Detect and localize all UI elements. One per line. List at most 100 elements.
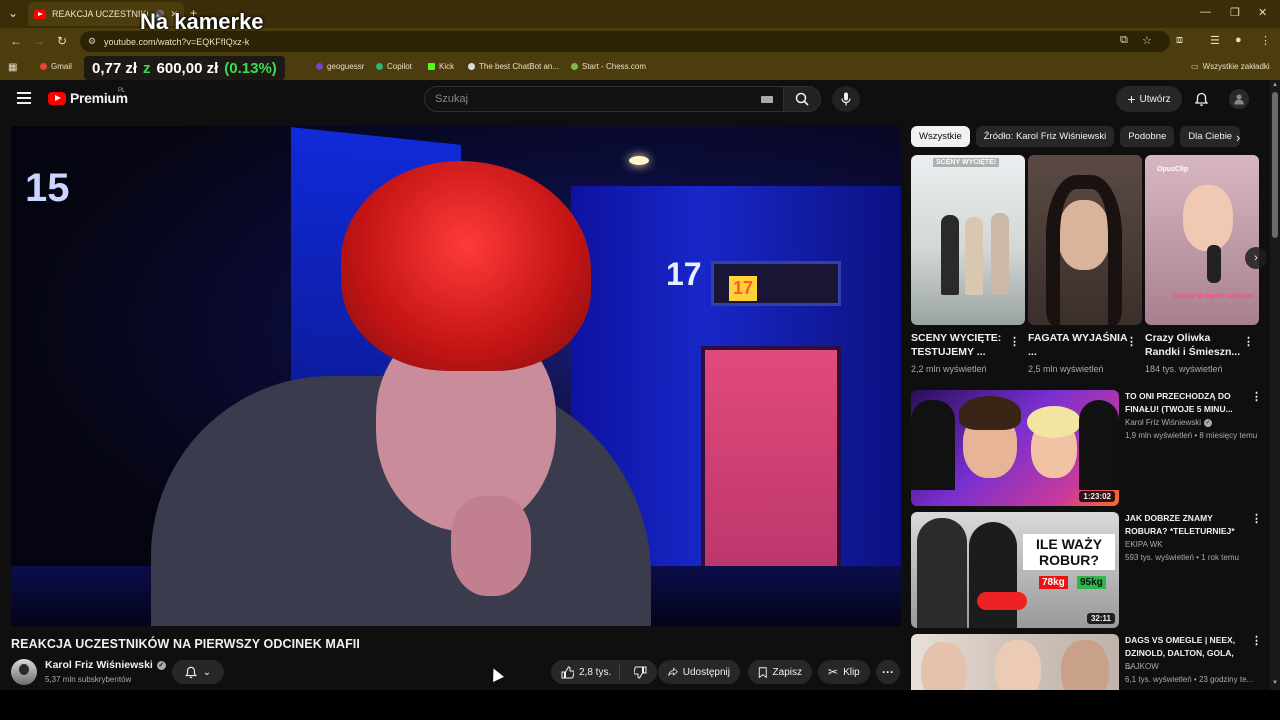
extensions-icon[interactable]: ⧈ — [1176, 34, 1183, 47]
thumbnail-face — [1183, 185, 1233, 251]
thumbnail-button — [977, 592, 1027, 610]
share-button[interactable]: Udostępnij — [658, 660, 740, 684]
scrollbar-thumb[interactable] — [1272, 92, 1278, 238]
chevron-down-icon: ⌄ — [202, 666, 212, 678]
bookmark-star-icon[interactable]: ☆ — [1142, 34, 1152, 47]
channel-avatar[interactable] — [11, 659, 37, 685]
bottom-letterbox — [0, 690, 1280, 720]
site-info-icon[interactable]: ⚙ — [88, 36, 96, 47]
clip-button[interactable]: ✂ Klip — [818, 660, 870, 684]
short-card[interactable]: OpusClip zaczął w ogóle udawać Crazy Oli… — [1145, 155, 1259, 374]
keyboard-icon[interactable] — [761, 96, 773, 103]
back-icon[interactable]: ← — [10, 34, 22, 48]
bell-icon — [184, 666, 197, 678]
create-button[interactable]: + Utwórz — [1116, 86, 1182, 112]
tab-list-icon[interactable]: ⌄ — [8, 6, 18, 20]
youtube-logo[interactable]: Premium — [48, 90, 128, 106]
bookmark-chatbot[interactable]: The best ChatBot an... — [468, 62, 559, 71]
recommended-channel: Karol Friz Wiśniewski — [1125, 418, 1202, 427]
browser-menu-icon[interactable]: ⋮ — [1260, 34, 1271, 47]
chip-all[interactable]: Wszystkie — [911, 126, 970, 147]
short-title[interactable]: SCENY WYCIĘTE: TESTUJEMY ... — [911, 331, 1011, 359]
youtube-header: Premium PL Szukaj + Utwórz — [0, 80, 1270, 120]
window-close-icon[interactable]: ✕ — [1258, 6, 1267, 19]
cast-icon[interactable]: ⧉ — [1120, 34, 1128, 47]
filter-chips: Wszystkie Źródło: Karol Friz Wiśniewski … — [911, 126, 1251, 148]
recommended-thumbnail[interactable]: ILE WAŻY ROBUR? 78kg 95kg 32:11 — [911, 512, 1119, 628]
thumbnail-face — [921, 642, 967, 690]
page-scrollbar[interactable]: ▲ ▼ — [1270, 80, 1280, 690]
subscription-bell-button[interactable]: ⌄ — [172, 660, 224, 684]
recommended-channel-row[interactable]: BAJKOW — [1125, 662, 1159, 671]
dislike-button[interactable] — [625, 666, 657, 679]
short-title[interactable]: Crazy Oliwka Randki i Śmieszn... — [1145, 331, 1245, 359]
thumbnail-hair — [1027, 406, 1081, 438]
more-actions-button[interactable]: ··· — [876, 660, 900, 684]
video-duration: 32:11 — [1086, 613, 1115, 624]
reading-list-icon[interactable]: ☰ — [1210, 34, 1220, 47]
bookmark-kick[interactable]: Kick — [428, 62, 454, 71]
restore-icon[interactable]: ❐ — [1230, 6, 1240, 19]
profile-icon[interactable]: ● — [1235, 34, 1242, 46]
plus-icon: + — [1127, 91, 1136, 107]
recommended-channel-row[interactable]: EKIPA WK — [1125, 540, 1163, 549]
all-bookmarks[interactable]: ▭ Wszystkie zakładki — [1191, 62, 1270, 71]
chip-related[interactable]: Podobne — [1120, 126, 1175, 147]
bookmark-copilot[interactable]: Copilot — [376, 62, 412, 71]
scroll-up-icon[interactable]: ▲ — [1272, 82, 1278, 88]
chevron-right-icon: › — [1254, 252, 1258, 264]
short-card[interactable]: SCENY WYCIĘTE! SCENY WYCIĘTE: TESTUJEMY … — [911, 155, 1025, 374]
shorts-next-button[interactable]: › — [1245, 247, 1267, 269]
recommended-menu-icon[interactable]: ⋮ — [1251, 512, 1262, 525]
recommended-video[interactable]: ILE WAŻY ROBUR? 78kg 95kg 32:11 JAK DOBR… — [911, 512, 1262, 630]
search-button[interactable] — [783, 86, 821, 112]
notifications-button[interactable] — [1192, 90, 1210, 108]
recommended-title[interactable]: JAK DOBRZE ZNAMY ROBURA? *TELETURNIEJ* — [1125, 512, 1243, 538]
bookmark-label: Copilot — [387, 62, 412, 71]
thumbnail-badge: SCENY WYCIĘTE! — [933, 158, 1000, 167]
video-frame-number: 17 — [666, 256, 702, 292]
scissors-icon: ✂ — [828, 665, 839, 679]
short-menu-icon[interactable]: ⋮ — [1009, 335, 1020, 348]
reload-icon[interactable]: ↻ — [57, 34, 67, 48]
scroll-down-icon[interactable]: ▼ — [1272, 680, 1278, 686]
recommended-menu-icon[interactable]: ⋮ — [1251, 634, 1261, 647]
recommended-video[interactable]: 1:23:02 TO ONI PRZECHODZĄ DO FINAŁU! (TW… — [911, 390, 1262, 508]
recommended-menu-icon[interactable]: ⋮ — [1251, 390, 1262, 403]
channel-name-row[interactable]: Karol Friz Wiśniewski ✓ — [45, 659, 166, 671]
voice-search-button[interactable] — [832, 86, 860, 112]
short-menu-icon[interactable]: ⋮ — [1243, 335, 1254, 348]
bookmark-geoguessr[interactable]: geoguessr — [316, 62, 364, 71]
account-avatar[interactable] — [1229, 89, 1249, 109]
thumbnail-badge: OpusClip — [1157, 166, 1189, 173]
like-button[interactable]: 2,8 tys. — [551, 664, 621, 680]
recommended-video[interactable]: DAGS VS OMEGLE | NEEX, DZINOLD, DALTON, … — [911, 634, 1261, 690]
bookmark-label: Kick — [439, 62, 455, 71]
short-views: 184 tys. wyświetleń — [1145, 364, 1223, 374]
chips-next-icon[interactable]: › — [1236, 130, 1240, 145]
recommended-channel-row[interactable]: Karol Friz Wiśniewski ✓ — [1125, 418, 1213, 427]
menu-icon[interactable] — [17, 92, 31, 104]
forward-icon[interactable]: → — [33, 34, 45, 48]
minimize-icon[interactable]: — — [1200, 6, 1211, 18]
folder-icon: ▭ — [1191, 62, 1199, 71]
bookmark-chess[interactable]: Start - Chess.com — [571, 62, 646, 71]
recommended-thumbnail[interactable] — [911, 634, 1119, 690]
thumbnail-figure — [969, 522, 1017, 628]
short-thumbnail[interactable] — [1028, 155, 1142, 325]
thumbnail-caption: zaczął w ogóle udawać — [1173, 291, 1255, 300]
bookmark-gmail[interactable]: Gmail — [40, 62, 72, 71]
short-title[interactable]: FAGATA WYJAŚNIA ... — [1028, 331, 1128, 359]
search-input[interactable]: Szukaj — [424, 86, 784, 112]
video-player[interactable]: 15 17 17 — [11, 126, 901, 626]
short-card[interactable]: FAGATA WYJAŚNIA ... 2,5 mln wyświetleń ⋮ — [1028, 155, 1142, 374]
recommended-title[interactable]: TO ONI PRZECHODZĄ DO FINAŁU! (TWOJE 5 MI… — [1125, 390, 1243, 416]
recommended-thumbnail[interactable]: 1:23:02 — [911, 390, 1119, 506]
short-thumbnail[interactable]: OpusClip zaczął w ogóle udawać — [1145, 155, 1259, 325]
apps-grid-icon[interactable]: ▦ — [8, 62, 17, 73]
short-menu-icon[interactable]: ⋮ — [1126, 335, 1137, 348]
chip-source[interactable]: Źródło: Karol Friz Wiśniewski — [975, 126, 1115, 147]
save-button[interactable]: Zapisz — [748, 660, 812, 684]
chip-for-you[interactable]: Dla Ciebie — [1180, 126, 1241, 147]
short-thumbnail[interactable]: SCENY WYCIĘTE! — [911, 155, 1025, 325]
